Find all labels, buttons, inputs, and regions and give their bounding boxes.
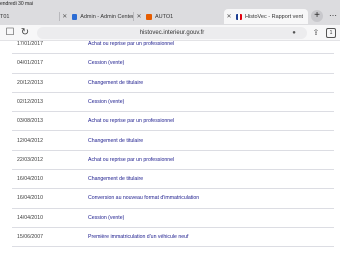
row-date: 22/03/2012 <box>17 156 43 163</box>
table-row: 03/08/2013 Achat ou reprise par un profe… <box>12 112 334 132</box>
row-operation: Conversion au nouveau format d'immatricu… <box>88 195 200 202</box>
table-row: 20/12/2013 Changement de titulaire <box>12 74 334 93</box>
row-operation: Achat ou reprise par un professionnel <box>88 41 175 47</box>
table-row: 17/01/2017 Achat ou reprise par un profe… <box>12 35 334 55</box>
tab-histovec[interactable]: ✕ HistoVec - Rapport vent <box>224 9 308 24</box>
row-date: 16/04/2010 <box>17 176 43 183</box>
table-row: 16/04/2010 Conversion au nouveau format … <box>12 189 334 209</box>
auto1-logo-icon <box>146 13 152 20</box>
row-date: 02/12/2013 <box>17 98 43 105</box>
tab-t01[interactable]: T01 <box>0 9 60 24</box>
row-date: 15/06/2007 <box>17 234 43 240</box>
row-operation: Première immatriculation d'un véhicule n… <box>88 234 189 240</box>
tab-label: T01 <box>0 13 10 20</box>
tab-label: AUTO1 <box>155 13 174 20</box>
tab-bar: T01 ✕ Admin - Admin Center ✕ AUTO1 ✕ His… <box>0 8 340 25</box>
tab-auto1[interactable]: ✕ AUTO1 <box>136 9 222 24</box>
close-icon[interactable]: ✕ <box>136 13 142 20</box>
row-date: 12/04/2012 <box>17 137 43 144</box>
row-operation: Achat ou reprise par un professionnel <box>88 156 175 163</box>
table-row: 22/03/2012 Achat ou reprise par un profe… <box>12 151 334 171</box>
close-icon[interactable]: ✕ <box>226 13 232 20</box>
table-row: 12/04/2012 Changement de titulaire <box>12 132 334 151</box>
row-operation: Cession (vente) <box>88 214 125 221</box>
table-row: 16/04/2010 Changement de titulaire <box>12 170 334 190</box>
row-date: 17/01/2017 <box>17 41 43 47</box>
close-icon[interactable]: ✕ <box>62 13 68 20</box>
tab-label: HistoVec - Rapport vent <box>245 13 304 20</box>
row-operation: Achat ou reprise par un professionnel <box>88 118 175 125</box>
french-flag-icon <box>236 13 242 20</box>
row-date: 14/04/2010 <box>17 214 43 221</box>
row-date: 16/04/2010 <box>17 195 43 202</box>
table-row: 02/12/2013 Cession (vente) <box>12 93 334 113</box>
table-row: 14/04/2010 Cession (vente) <box>12 209 334 228</box>
row-date: 03/08/2013 <box>17 118 43 125</box>
tab-overview-icon[interactable]: ⋯ <box>327 10 339 22</box>
row-operation: Cession (vente) <box>88 60 125 67</box>
table-row: 15/06/2007 Première immatriculation d'un… <box>12 228 334 248</box>
status-date: endredi 30 mai <box>0 1 34 7</box>
table-row: 04/01/2017 Cession (vente) <box>12 54 334 74</box>
row-date: 20/12/2013 <box>17 79 43 86</box>
tab-admin-center[interactable]: ✕ Admin - Admin Center <box>62 9 134 24</box>
new-tab-button[interactable]: + <box>311 10 323 22</box>
row-operation: Cession (vente) <box>88 98 125 105</box>
row-date: 04/01/2017 <box>17 60 43 67</box>
history-table: 17/01/2017 Achat ou reprise par un profe… <box>0 41 340 255</box>
row-operation: Changement de titulaire <box>88 79 144 86</box>
row-operation: Changement de titulaire <box>88 137 144 144</box>
windows-logo-icon <box>71 13 78 20</box>
row-operation: Changement de titulaire <box>88 176 144 183</box>
tab-label: Admin - Admin Center <box>80 13 134 20</box>
